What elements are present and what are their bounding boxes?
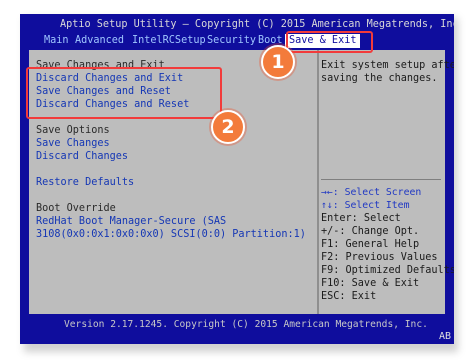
version-text: Version 2.17.1245. Copyright (C) 2015 Am… [64, 319, 428, 330]
option-restore-defaults[interactable]: Restore Defaults [36, 176, 134, 189]
help-key-save-exit: F10: Save & Exit [321, 278, 420, 289]
tab-intelrcsetup[interactable]: IntelRCSetup [132, 34, 206, 48]
help-key-enter: Enter: Select [321, 213, 401, 224]
help-key-change-opt: +/-: Change Opt. [321, 226, 420, 237]
help-key-optimized-defaults: F9: Optimized Defaults [321, 265, 454, 276]
tab-advanced[interactable]: Advanced [75, 34, 124, 48]
footer-bar: Version 2.17.1245. Copyright (C) 2015 Am… [20, 317, 454, 344]
boot-entry-redhat[interactable]: RedHat Boot Manager-Secure (SAS [36, 215, 226, 228]
app-title: Aptio Setup Utility – Copyright (C) 2015… [60, 19, 454, 30]
help-divider [321, 179, 441, 180]
menu-bar: Main Advanced IntelRCSetup Security Boot… [20, 34, 454, 48]
tab-security[interactable]: Security [207, 34, 256, 48]
highlight-discard-reset-options [26, 67, 222, 119]
boot-entry-redhat-detail[interactable]: 3108(0x0:0x1:0x0:0x0) SCSI(0:0) Partitio… [36, 228, 306, 241]
tab-main[interactable]: Main [44, 34, 69, 48]
option-save-changes[interactable]: Save Changes [36, 137, 110, 150]
title-bar: Aptio Setup Utility – Copyright (C) 2015… [20, 14, 454, 50]
help-description-line1: Exit system setup after [321, 60, 454, 71]
option-discard-changes[interactable]: Discard Changes [36, 150, 128, 163]
highlight-save-exit-tab [286, 31, 373, 53]
help-description-line2: saving the changes. [321, 73, 438, 84]
bios-screen: Aptio Setup Utility – Copyright (C) 2015… [20, 14, 454, 344]
help-key-general-help: F1: General Help [321, 239, 420, 250]
step-badge-2: 2 [211, 110, 245, 144]
help-key-select-screen: →←: Select Screen [321, 187, 422, 198]
save-options-header: Save Options [36, 125, 110, 136]
help-pane: Exit system setup after saving the chang… [319, 50, 454, 314]
help-key-select-item: ↑↓: Select Item [321, 200, 410, 211]
post-code: AB [438, 331, 451, 342]
help-key-previous-values: F2: Previous Values [321, 252, 438, 263]
boot-override-header: Boot Override [36, 203, 116, 214]
help-key-esc-exit: ESC: Exit [321, 291, 377, 302]
step-badge-1: 1 [261, 45, 295, 79]
